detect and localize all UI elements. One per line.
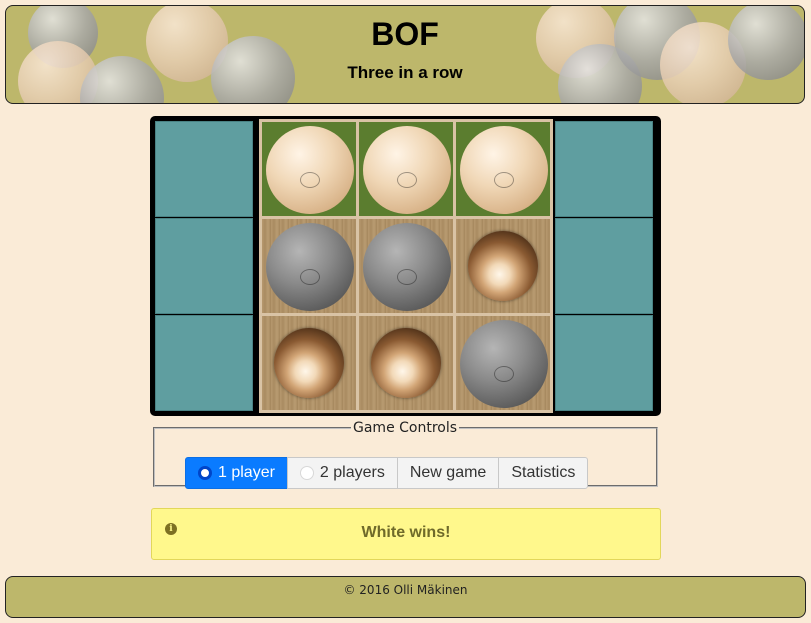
- rack-slot[interactable]: [155, 315, 253, 411]
- board-cell[interactable]: [456, 122, 550, 216]
- status-message-text: White wins!: [361, 524, 451, 541]
- new-game-button[interactable]: New game: [396, 457, 500, 489]
- white-ball-piece: [266, 126, 354, 214]
- black-ball-piece: [460, 320, 548, 408]
- ball-hole-mark: [300, 269, 320, 285]
- two-players-label: 2 players: [319, 464, 385, 481]
- game-controls-legend: Game Controls: [353, 420, 458, 436]
- board-cell[interactable]: [262, 219, 356, 313]
- status-message: i White wins!: [151, 508, 661, 560]
- empty-hole: [274, 328, 344, 398]
- statistics-button[interactable]: Statistics: [498, 457, 589, 489]
- page-header: BOF Three in a row: [5, 5, 805, 104]
- board-cell[interactable]: [359, 219, 453, 313]
- right-piece-rack: [555, 121, 653, 411]
- empty-hole: [371, 328, 441, 398]
- radio-unchecked-icon: [299, 466, 314, 480]
- board-cell[interactable]: [456, 219, 550, 313]
- one-player-label: 1 player: [218, 464, 275, 481]
- board-cell[interactable]: [359, 122, 453, 216]
- copyright-text: © 2016 Olli Mäkinen: [343, 583, 468, 597]
- game-controls: Game Controls 1 player 2 players New gam…: [153, 420, 658, 489]
- board-cell[interactable]: [262, 122, 356, 216]
- board-cell[interactable]: [359, 316, 453, 410]
- one-player-radio-button[interactable]: 1 player: [185, 457, 288, 489]
- game-board: [150, 116, 661, 416]
- ball-hole-mark: [494, 366, 514, 382]
- left-piece-rack: [155, 121, 253, 411]
- page-footer: © 2016 Olli Mäkinen: [5, 576, 806, 618]
- rack-slot[interactable]: [555, 218, 653, 314]
- ball-hole-mark: [494, 172, 514, 188]
- white-ball-piece: [460, 126, 548, 214]
- two-players-radio-button[interactable]: 2 players: [286, 457, 398, 489]
- rack-slot[interactable]: [155, 121, 253, 217]
- white-ball-piece: [363, 126, 451, 214]
- black-ball-piece: [266, 223, 354, 311]
- page-title: BOF: [371, 16, 439, 52]
- board-cell[interactable]: [456, 316, 550, 410]
- rack-slot[interactable]: [555, 315, 653, 411]
- controls-button-group: 1 player 2 players New game Statistics: [185, 457, 589, 489]
- radio-checked-icon: [198, 466, 212, 480]
- ball-hole-mark: [397, 269, 417, 285]
- page-subtitle: Three in a row: [347, 63, 463, 82]
- board-cell[interactable]: [262, 316, 356, 410]
- statistics-label: Statistics: [511, 464, 576, 481]
- ball-hole-mark: [397, 172, 417, 188]
- rack-slot[interactable]: [555, 121, 653, 217]
- ball-hole-mark: [300, 172, 320, 188]
- rack-slot[interactable]: [155, 218, 253, 314]
- new-game-label: New game: [409, 464, 487, 481]
- empty-hole: [468, 231, 538, 301]
- board-grid: [259, 119, 553, 413]
- black-ball-piece: [363, 223, 451, 311]
